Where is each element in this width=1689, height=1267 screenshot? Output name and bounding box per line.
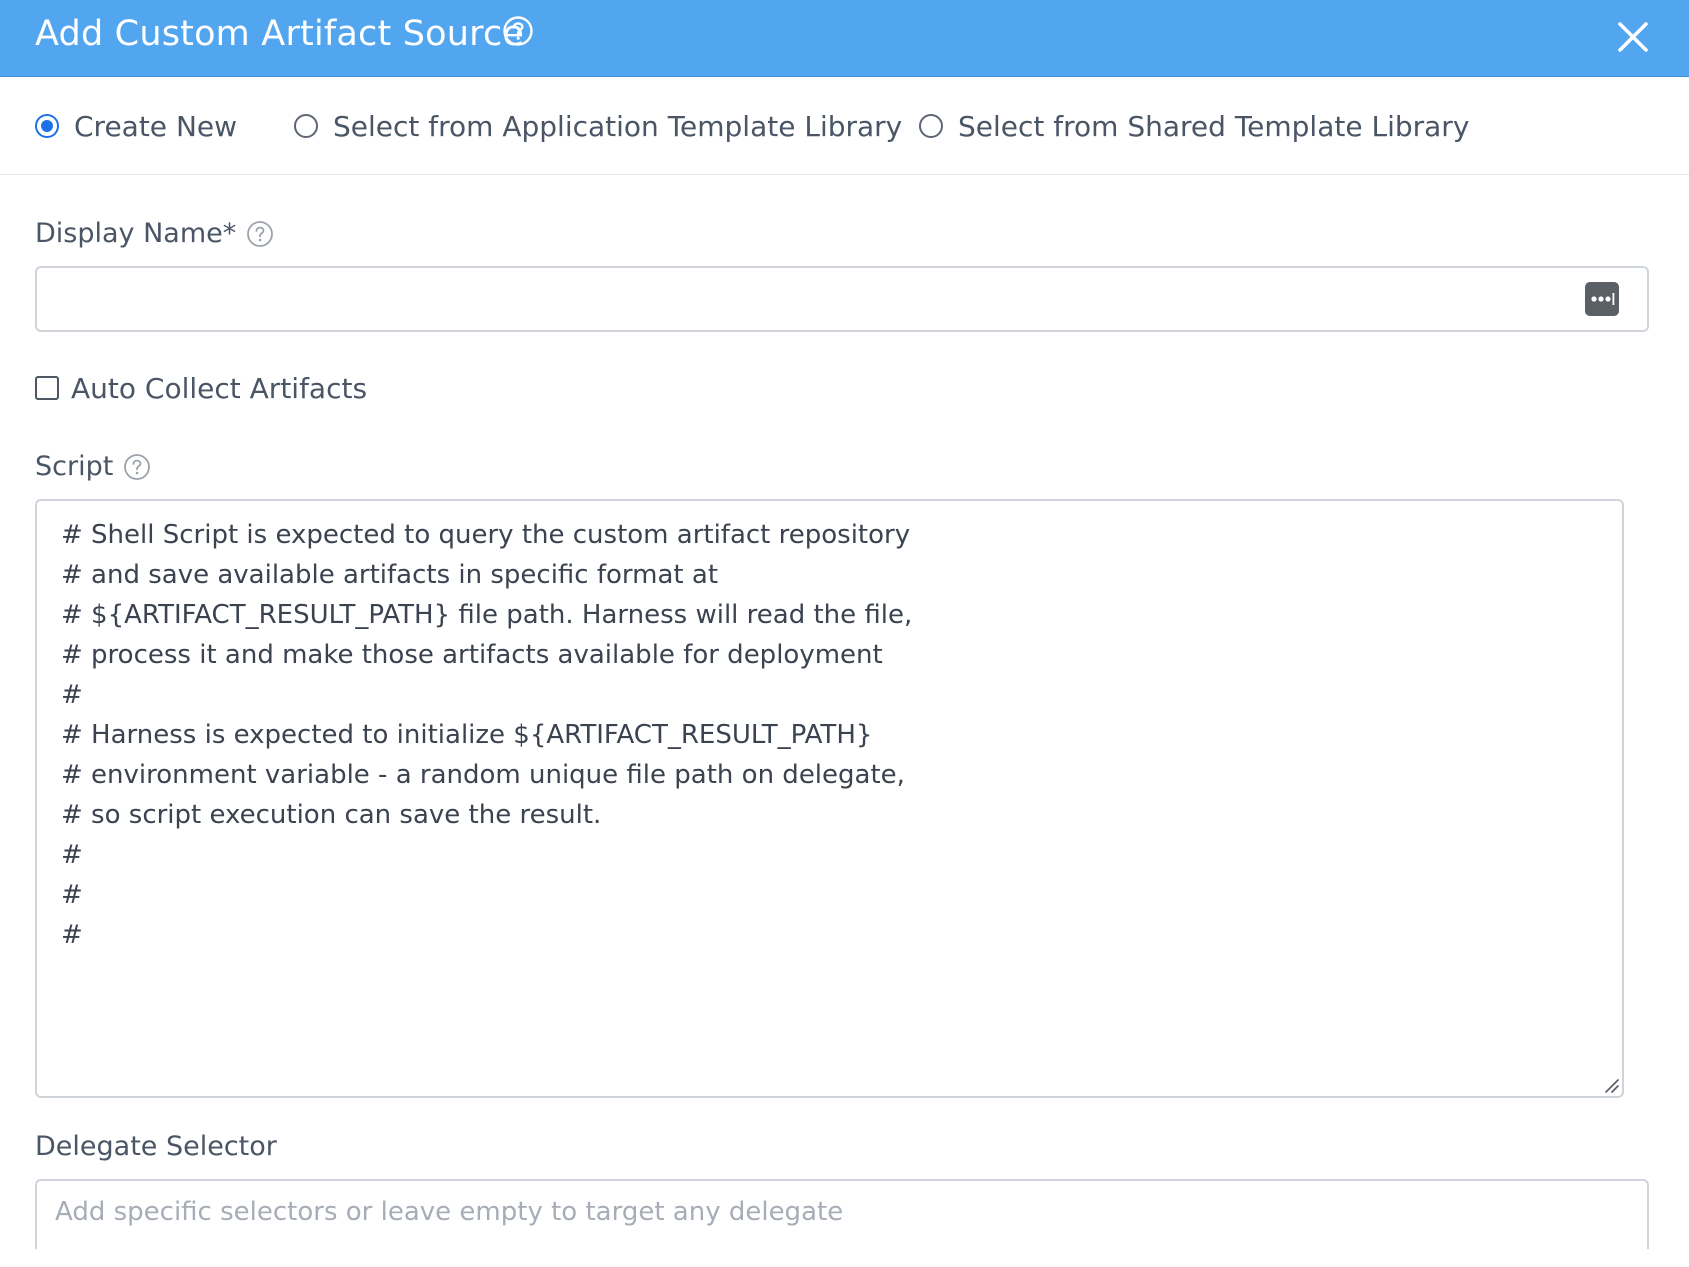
- radio-button-selected[interactable]: [35, 114, 59, 138]
- script-label-row: Script: [35, 451, 151, 482]
- delegate-selector-label: Delegate Selector: [35, 1131, 277, 1162]
- display-name-input[interactable]: [37, 268, 1577, 330]
- radio-create-new[interactable]: Create New: [35, 108, 237, 144]
- help-circle-icon[interactable]: [246, 220, 274, 248]
- help-circle-icon[interactable]: [502, 15, 534, 47]
- radio-label: Select from Shared Template Library: [958, 109, 1470, 143]
- source-selection-row: Create New Select from Application Templ…: [0, 76, 1689, 175]
- script-line: #: [61, 680, 83, 710]
- checkbox[interactable]: [35, 376, 59, 400]
- script-line: # environment variable - a random unique…: [61, 760, 905, 790]
- script-line: # process it and make those artifacts av…: [61, 640, 883, 670]
- radio-label: Create New: [74, 109, 238, 143]
- script-line: # so script execution can save the resul…: [61, 800, 602, 830]
- delegate-selector-label-row: Delegate Selector: [35, 1131, 277, 1162]
- resize-handle-icon[interactable]: [1602, 1076, 1620, 1094]
- close-icon[interactable]: [1613, 17, 1653, 57]
- add-custom-artifact-source-dialog: Add Custom Artifact Source Create New Se…: [0, 0, 1689, 1267]
- auto-collect-artifacts-checkbox[interactable]: Auto Collect Artifacts: [35, 370, 367, 406]
- radio-label: Select from Application Template Library: [333, 109, 903, 143]
- script-line: # Harness is expected to initialize ${AR…: [61, 720, 873, 750]
- script-line: #: [61, 920, 83, 950]
- delegate-selector-field[interactable]: [35, 1179, 1649, 1249]
- checkbox-label: Auto Collect Artifacts: [71, 371, 368, 405]
- script-line: # Shell Script is expected to query the …: [61, 520, 911, 550]
- radio-button[interactable]: [294, 114, 318, 138]
- dialog-header: Add Custom Artifact Source: [0, 0, 1689, 77]
- delegate-selector-input[interactable]: [37, 1181, 1647, 1249]
- ellipsis-icon[interactable]: [1585, 282, 1619, 316]
- script-line: # and save available artifacts in specif…: [61, 560, 719, 590]
- script-label: Script: [35, 451, 114, 482]
- display-name-label: Display Name*: [35, 218, 237, 249]
- script-line: # ${ARTIFACT_RESULT_PATH} file path. Har…: [61, 600, 913, 630]
- script-content: # Shell Script is expected to query the …: [61, 515, 912, 955]
- radio-application-template-library[interactable]: Select from Application Template Library: [294, 108, 902, 144]
- script-line: #: [61, 840, 83, 870]
- script-line: #: [61, 880, 83, 910]
- radio-shared-template-library[interactable]: Select from Shared Template Library: [919, 108, 1469, 144]
- display-name-label-row: Display Name*: [35, 218, 274, 249]
- radio-button[interactable]: [919, 114, 943, 138]
- dialog-title: Add Custom Artifact Source: [35, 14, 525, 54]
- script-textarea[interactable]: # Shell Script is expected to query the …: [35, 499, 1624, 1098]
- display-name-field[interactable]: [35, 266, 1649, 332]
- help-circle-icon[interactable]: [123, 453, 151, 481]
